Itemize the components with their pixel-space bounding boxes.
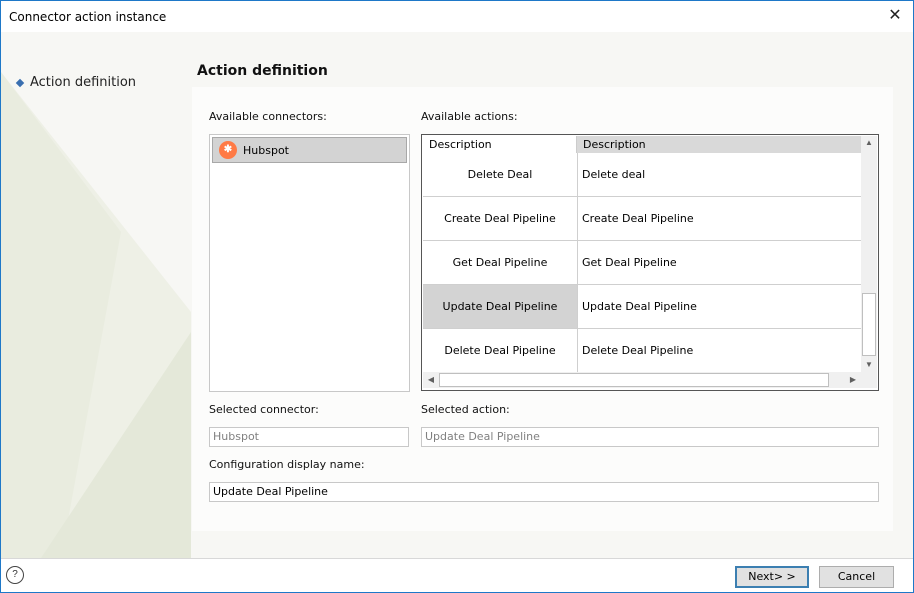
available-actions-label: Available actions: — [421, 110, 518, 123]
scroll-left-icon[interactable]: ◀ — [423, 375, 439, 384]
cancel-button[interactable]: Cancel — [819, 566, 894, 588]
action-row-selected[interactable]: Update Deal Pipeline Update Deal Pipelin… — [423, 285, 861, 329]
selected-action-field: Update Deal Pipeline — [421, 427, 879, 447]
dialog-footer: ? Next> > Cancel — [1, 558, 913, 592]
title-bar: Connector action instance ✕ — [1, 1, 913, 32]
action-description-cell[interactable]: Get Deal Pipeline — [582, 241, 677, 284]
action-description-cell[interactable]: Create Deal Pipeline — [582, 197, 694, 240]
hubspot-icon: ✱ — [219, 141, 237, 159]
horizontal-scroll-thumb[interactable] — [439, 373, 829, 387]
horizontal-scrollbar[interactable]: ◀ ▶ — [423, 372, 861, 388]
scroll-up-icon[interactable]: ▲ — [861, 138, 877, 147]
column-header-name[interactable]: Description — [423, 136, 577, 153]
config-name-input[interactable]: Update Deal Pipeline — [209, 482, 879, 502]
window-title: Connector action instance — [9, 10, 167, 24]
column-header-description[interactable]: Description — [577, 136, 861, 153]
action-name-cell[interactable]: Create Deal Pipeline — [423, 197, 578, 240]
close-icon[interactable]: ✕ — [883, 4, 907, 28]
help-icon[interactable]: ? — [6, 566, 24, 584]
action-description-cell[interactable]: Delete Deal Pipeline — [582, 329, 693, 372]
selected-connector-label: Selected connector: — [209, 403, 319, 416]
scroll-down-icon[interactable]: ▼ — [861, 360, 877, 369]
vertical-scroll-thumb[interactable] — [862, 293, 876, 356]
selected-connector-field: Hubspot — [209, 427, 409, 447]
action-row[interactable]: Get Deal Pipeline Get Deal Pipeline — [423, 241, 861, 285]
scroll-right-icon[interactable]: ▶ — [845, 375, 861, 384]
selected-action-label: Selected action: — [421, 403, 510, 416]
connector-label: Hubspot — [243, 143, 289, 157]
nav-item-action-definition[interactable]: Action definition — [15, 75, 137, 90]
actions-grid[interactable]: Description Description Delete Deal Dele… — [421, 134, 879, 391]
dialog-window: Connector action instance ✕ Action defin… — [0, 0, 914, 593]
available-connectors-label: Available connectors: — [209, 110, 327, 123]
config-name-label: Configuration display name: — [209, 458, 365, 471]
action-description-cell[interactable]: Delete deal — [582, 153, 645, 196]
action-description-cell[interactable]: Update Deal Pipeline — [582, 285, 697, 328]
scrollbar-corner — [861, 372, 877, 388]
next-button[interactable]: Next> > — [735, 566, 809, 588]
page-title: Action definition — [197, 63, 328, 79]
vertical-scrollbar[interactable]: ▲ ▼ — [861, 136, 877, 372]
connectors-list[interactable]: ✱ Hubspot — [209, 134, 410, 392]
bullet-icon — [15, 78, 25, 87]
action-name-cell[interactable]: Get Deal Pipeline — [423, 241, 578, 284]
connector-item-hubspot[interactable]: ✱ Hubspot — [212, 137, 407, 163]
action-name-cell[interactable]: Delete Deal — [423, 153, 578, 196]
action-name-cell[interactable]: Update Deal Pipeline — [423, 285, 578, 328]
action-row[interactable]: Delete Deal Pipeline Delete Deal Pipelin… — [423, 329, 861, 373]
action-row[interactable]: Create Deal Pipeline Create Deal Pipelin… — [423, 197, 861, 241]
nav-item-label: Action definition — [30, 75, 137, 90]
dialog-content: Action definition Action definition Avai… — [1, 32, 913, 558]
action-name-cell[interactable]: Delete Deal Pipeline — [423, 329, 578, 372]
action-row[interactable]: Delete Deal Delete deal — [423, 153, 861, 197]
